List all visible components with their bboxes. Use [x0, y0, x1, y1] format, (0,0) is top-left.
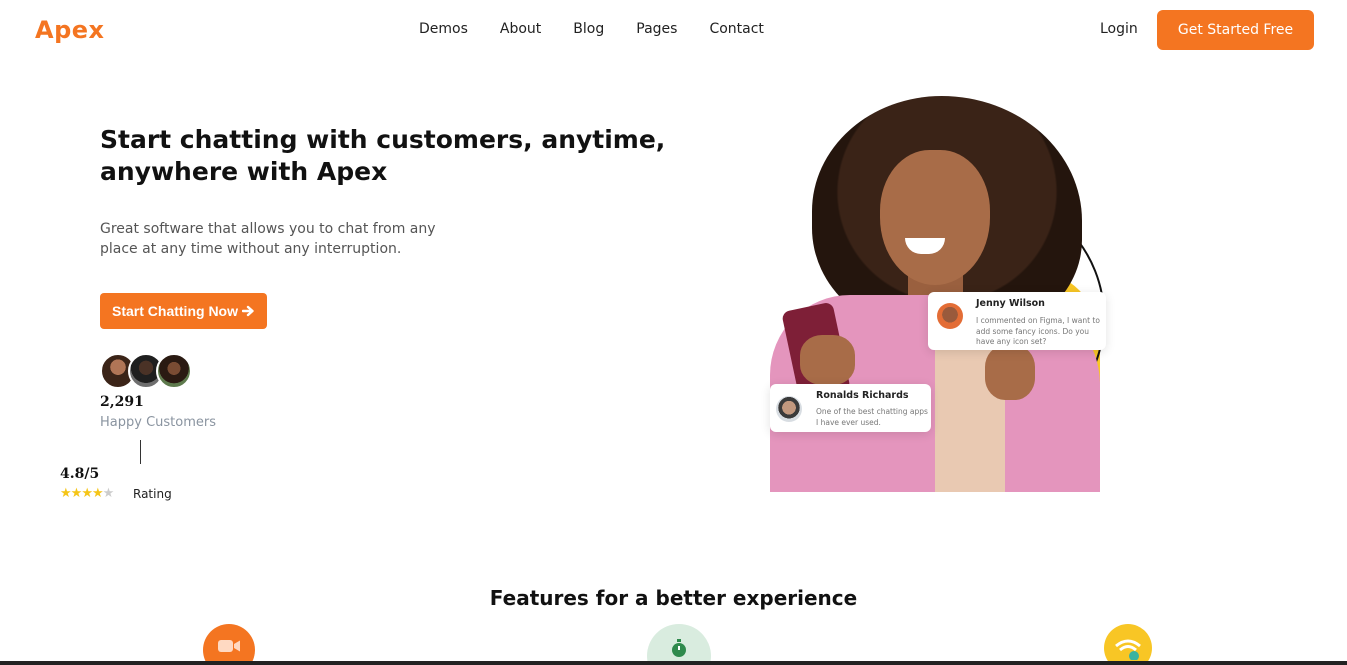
wifi-check-icon — [1104, 624, 1152, 665]
star-icon: ★ — [70, 486, 83, 501]
star-empty-icon: ★ — [102, 486, 115, 501]
customers-count: 2,291 — [100, 394, 144, 410]
brand-logo[interactable]: Apex — [35, 16, 105, 44]
start-chatting-label: Start Chatting Now — [112, 303, 238, 319]
star-icon: ★ — [91, 486, 104, 501]
nav-demos[interactable]: Demos — [419, 21, 468, 37]
star-icon: ★ — [60, 486, 72, 501]
chat-card-message: One of the best chatting apps I have eve… — [816, 407, 928, 427]
hero-person-face — [880, 150, 990, 285]
star-icon: ★ — [81, 486, 93, 501]
chat-card-ronalds: Ronalds Richards One of the best chattin… — [770, 384, 931, 432]
wifi-glyph — [1115, 639, 1141, 660]
chat-card-message: I commented on Figma, I want to add some… — [976, 316, 1100, 346]
rating-value: 4.8/5 — [60, 466, 100, 482]
start-chatting-button[interactable]: Start Chatting Now — [100, 293, 267, 329]
chat-card-name: Ronalds Richards — [816, 390, 909, 401]
video-camera-glyph — [218, 640, 240, 652]
chat-card-jenny: Jenny Wilson I commented on Figma, I wan… — [928, 292, 1106, 350]
customers-label: Happy Customers — [100, 415, 216, 430]
hero-title: Start chatting with customers, anytime, … — [100, 125, 666, 186]
login-link[interactable]: Login — [1100, 21, 1138, 37]
video-camera-icon — [203, 624, 255, 665]
chat-card-name: Jenny Wilson — [976, 298, 1045, 309]
hero-person-hand — [985, 345, 1035, 400]
get-started-button[interactable]: Get Started Free — [1157, 10, 1314, 50]
arrow-right-icon — [242, 305, 254, 317]
avatar — [937, 303, 963, 329]
divider — [140, 440, 141, 464]
nav-about[interactable]: About — [500, 21, 541, 37]
rating-stars: ★★★★★ — [60, 486, 115, 501]
nav-blog[interactable]: Blog — [573, 21, 604, 37]
features-title: Features for a better experience — [489, 586, 858, 610]
avatar — [776, 396, 802, 422]
customer-avatars — [100, 353, 195, 391]
stopwatch-icon — [647, 624, 711, 665]
hero-subtitle: Great software that allows you to chat f… — [100, 221, 436, 257]
main-nav: Demos About Blog Pages Contact — [419, 21, 796, 37]
stopwatch-glyph — [672, 639, 686, 657]
nav-contact[interactable]: Contact — [709, 21, 763, 37]
hero-person-hand — [800, 335, 855, 385]
page-bottom-border — [0, 661, 1347, 665]
avatar — [156, 353, 192, 389]
nav-pages[interactable]: Pages — [636, 21, 677, 37]
rating-label: Rating — [133, 487, 172, 501]
